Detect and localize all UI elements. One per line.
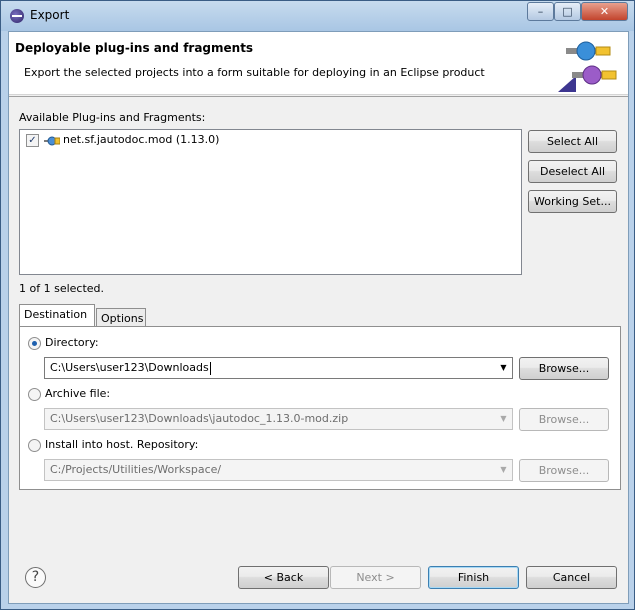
export-window: Export – □ ✕ Deployable plug-ins and fra… [0,0,635,610]
finish-button[interactable]: Finish [428,566,519,589]
archive-label: Archive file: [45,387,111,400]
maximize-button[interactable]: □ [554,2,581,21]
dropdown-arrow-icon: ▼ [500,465,507,474]
wizard-header: Deployable plug-ins and fragments Export… [9,32,628,95]
archive-radio[interactable] [28,388,41,401]
directory-combo[interactable]: C:\Users\user123\Downloads ▼ [44,357,513,379]
eclipse-icon [10,9,24,23]
dropdown-arrow-icon[interactable]: ▼ [495,358,512,378]
select-all-button[interactable]: Select All [528,130,617,153]
cancel-button[interactable]: Cancel [526,566,617,589]
tab-destination[interactable]: Destination [19,304,95,328]
deselect-all-button[interactable]: Deselect All [528,160,617,183]
title-bar[interactable]: Export – □ ✕ [1,1,634,31]
archive-value: C:\Users\user123\Downloads\jautodoc_1.13… [50,412,349,425]
directory-label: Directory: [45,336,99,349]
install-label: Install into host. Repository: [45,438,199,451]
plugin-name: net.sf.jautodoc.mod (1.13.0) [63,133,220,146]
directory-radio[interactable] [28,337,41,350]
plugin-export-banner-icon [558,41,617,92]
plugin-list[interactable]: ✓ net.sf.jautodoc.mod (1.13.0) [19,129,522,275]
header-separator [9,96,628,97]
dropdown-arrow-icon: ▼ [500,414,507,423]
directory-value: C:\Users\user123\Downloads [50,361,209,374]
install-radio[interactable] [28,439,41,452]
archive-combo: C:\Users\user123\Downloads\jautodoc_1.13… [44,408,513,430]
dialog-body: Deployable plug-ins and fragments Export… [8,31,629,604]
help-icon[interactable]: ? [25,567,46,588]
back-button[interactable]: < Back [238,566,329,589]
directory-browse-button[interactable]: Browse... [519,357,609,380]
close-button[interactable]: ✕ [581,2,628,21]
repository-browse-button: Browse... [519,459,609,482]
window-title: Export [30,8,70,22]
next-button: Next > [330,566,421,589]
plugins-label: Available Plug-ins and Fragments: [19,111,206,124]
plugin-checkbox[interactable]: ✓ [26,134,39,147]
repository-combo: C:/Projects/Utilities/Workspace/ ▼ [44,459,513,481]
destination-panel: Directory: C:\Users\user123\Downloads ▼ … [19,326,621,490]
page-description: Export the selected projects into a form… [24,66,485,79]
working-set-button[interactable]: Working Set... [528,190,617,213]
archive-browse-button: Browse... [519,408,609,431]
list-item[interactable]: ✓ net.sf.jautodoc.mod (1.13.0) [20,130,521,150]
text-caret [209,361,211,375]
minimize-button[interactable]: – [527,2,554,21]
repository-value: C:/Projects/Utilities/Workspace/ [50,463,222,476]
selection-status: 1 of 1 selected. [19,282,105,295]
page-title: Deployable plug-ins and fragments [15,41,254,55]
plugin-icon [44,136,60,146]
